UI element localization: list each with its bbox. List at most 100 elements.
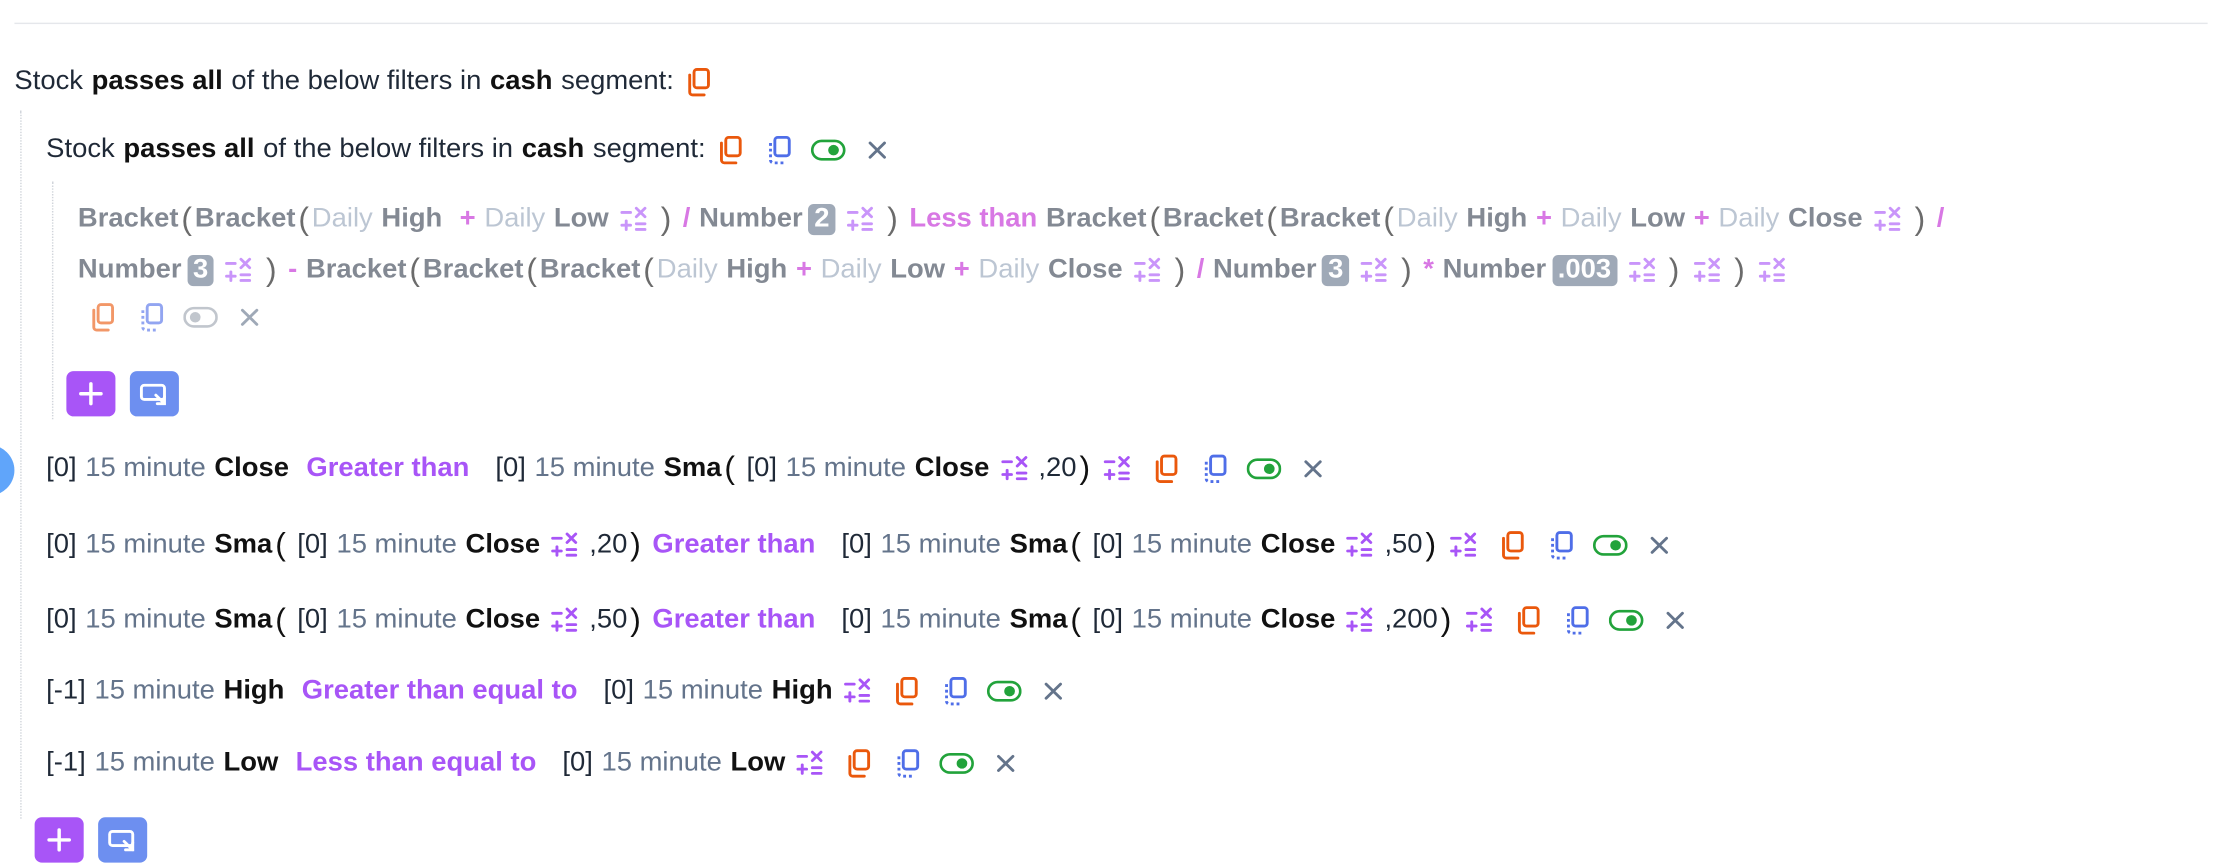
offset[interactable]: [0]: [1093, 605, 1123, 636]
timeframe[interactable]: Daily: [978, 255, 1039, 286]
offset[interactable]: [0]: [841, 605, 871, 636]
field[interactable]: Low: [224, 748, 279, 779]
operator[interactable]: -: [288, 255, 297, 286]
number-fn[interactable]: Number: [1213, 255, 1317, 286]
timeframe[interactable]: 15 minute: [85, 605, 205, 636]
field[interactable]: High: [726, 255, 787, 286]
field[interactable]: High: [224, 676, 285, 707]
parameter[interactable]: ,50: [1384, 530, 1422, 561]
field[interactable]: Close: [214, 453, 289, 484]
timeframe[interactable]: Daily: [1397, 204, 1458, 235]
number-value[interactable]: 3: [187, 254, 215, 287]
toggle-icon[interactable]: [939, 746, 975, 780]
function[interactable]: Sma: [214, 530, 272, 561]
timeframe[interactable]: 15 minute: [1132, 605, 1252, 636]
offset[interactable]: [0]: [603, 676, 633, 707]
timeframe[interactable]: Daily: [312, 204, 373, 235]
header-passes-all[interactable]: passes all: [92, 67, 223, 98]
function[interactable]: Sma: [1010, 530, 1068, 561]
bracket-fn[interactable]: Bracket: [1163, 204, 1264, 235]
close-icon[interactable]: [1642, 528, 1677, 562]
field[interactable]: High: [1466, 204, 1527, 235]
field[interactable]: High: [772, 676, 833, 707]
comparison-operator[interactable]: Greater than: [306, 453, 469, 484]
function[interactable]: Sma: [664, 453, 722, 484]
condition-row[interactable]: [0] 15 minute Sma( [0] 15 minute Close ,…: [46, 602, 1699, 639]
calculator-icon[interactable]: [1689, 254, 1724, 288]
offset[interactable]: [-1]: [46, 748, 86, 779]
toggle-icon[interactable]: [986, 674, 1022, 708]
add-condition-button[interactable]: [66, 371, 116, 417]
calculator-icon[interactable]: [1100, 452, 1135, 486]
field[interactable]: Low: [554, 204, 609, 235]
copy-icon[interactable]: [681, 65, 716, 99]
field[interactable]: Close: [466, 530, 541, 561]
calculator-icon[interactable]: [1461, 603, 1496, 637]
offset[interactable]: [-1]: [46, 676, 86, 707]
offset[interactable]: [0]: [46, 530, 76, 561]
timeframe[interactable]: Daily: [1561, 204, 1622, 235]
comparison-operator[interactable]: Greater than: [652, 605, 815, 636]
calculator-icon[interactable]: [1870, 203, 1905, 237]
operator[interactable]: +: [954, 255, 970, 286]
operator[interactable]: *: [1423, 255, 1434, 286]
calculator-icon[interactable]: [1446, 528, 1481, 562]
copy-icon[interactable]: [889, 674, 924, 708]
offset[interactable]: [0]: [746, 453, 776, 484]
field[interactable]: Low: [890, 255, 945, 286]
add-condition-button[interactable]: [34, 817, 84, 863]
number-value[interactable]: 2: [808, 203, 836, 236]
timeframe[interactable]: Daily: [657, 255, 718, 286]
calculator-icon[interactable]: [1343, 603, 1378, 637]
field[interactable]: Close: [1788, 204, 1863, 235]
operator[interactable]: /: [683, 204, 691, 235]
calculator-icon[interactable]: [221, 254, 256, 288]
toggle-icon[interactable]: [1247, 452, 1282, 486]
bracket-fn[interactable]: Bracket: [306, 255, 407, 286]
parameter[interactable]: ,200: [1384, 605, 1437, 636]
duplicate-icon[interactable]: [134, 300, 169, 334]
timeframe[interactable]: Daily: [484, 204, 545, 235]
timeframe[interactable]: 15 minute: [881, 605, 1001, 636]
operator[interactable]: /: [1937, 204, 1945, 235]
bracket-fn[interactable]: Bracket: [78, 204, 179, 235]
copy-icon[interactable]: [85, 300, 120, 334]
add-group-button[interactable]: [129, 371, 179, 417]
condition-row[interactable]: [0] 15 minute Close Greater than [0] 15 …: [46, 450, 1338, 487]
parameter[interactable]: ,20: [1038, 453, 1076, 484]
timeframe[interactable]: Daily: [821, 255, 882, 286]
calculator-icon[interactable]: [547, 603, 582, 637]
calculator-icon[interactable]: [1343, 528, 1378, 562]
toggle-icon[interactable]: [810, 133, 846, 167]
bracket-fn[interactable]: Bracket: [423, 255, 524, 286]
timeframe[interactable]: 15 minute: [786, 453, 906, 484]
field[interactable]: High: [381, 204, 442, 235]
close-icon[interactable]: [1036, 674, 1071, 708]
bracket-fn[interactable]: Bracket: [540, 255, 641, 286]
toggle-icon[interactable]: [1593, 528, 1628, 562]
copy-icon[interactable]: [1510, 603, 1545, 637]
operator[interactable]: +: [460, 204, 476, 235]
calculator-icon[interactable]: [1755, 254, 1790, 288]
function[interactable]: Sma: [214, 605, 272, 636]
offset[interactable]: [0]: [46, 605, 76, 636]
field[interactable]: Close: [915, 453, 990, 484]
duplicate-icon[interactable]: [762, 133, 797, 167]
timeframe[interactable]: 15 minute: [1132, 530, 1252, 561]
calculator-icon[interactable]: [793, 746, 828, 780]
comparison-operator[interactable]: Less than: [909, 204, 1037, 235]
copy-icon[interactable]: [1495, 528, 1530, 562]
offset[interactable]: [0]: [841, 530, 871, 561]
timeframe[interactable]: 15 minute: [85, 453, 205, 484]
bracket-fn[interactable]: Bracket: [1280, 204, 1381, 235]
parameter[interactable]: ,20: [589, 530, 627, 561]
timeframe[interactable]: 15 minute: [535, 453, 655, 484]
calculator-icon[interactable]: [842, 203, 877, 237]
parameter[interactable]: ,50: [589, 605, 627, 636]
timeframe[interactable]: 15 minute: [94, 676, 214, 707]
comparison-operator[interactable]: Greater than: [652, 530, 815, 561]
close-icon[interactable]: [860, 133, 895, 167]
header-cash[interactable]: cash: [490, 67, 552, 98]
timeframe[interactable]: Daily: [1718, 204, 1779, 235]
number-fn[interactable]: Number: [699, 204, 803, 235]
